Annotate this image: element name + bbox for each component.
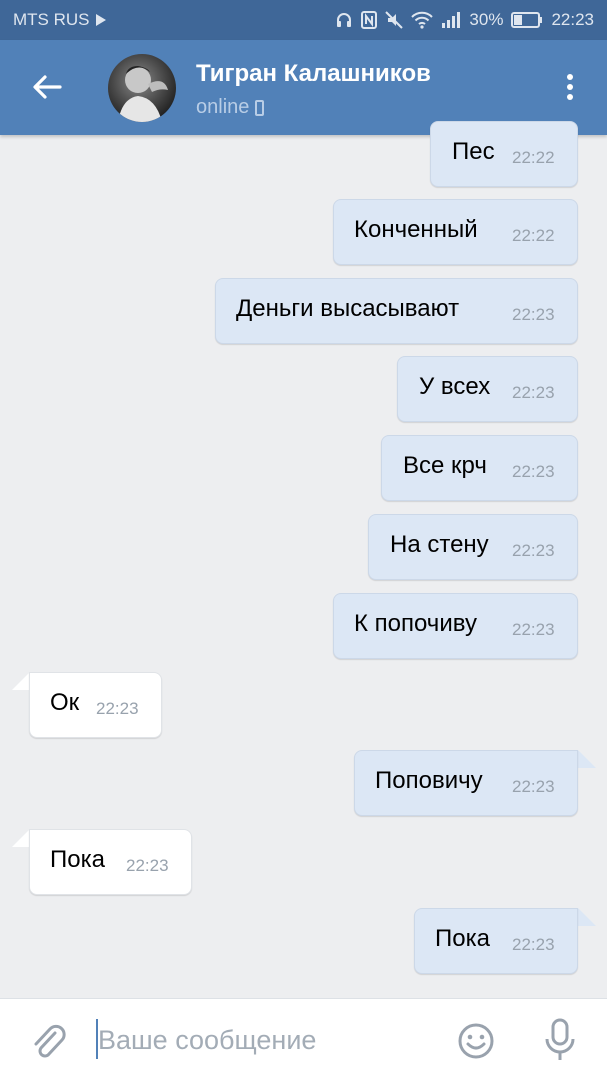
message-text: У всех [419,373,491,400]
message-text: К попочиву [354,610,477,637]
message-time: 22:23 [512,305,555,324]
message-text: Пока [50,846,105,873]
status-bar-right: 30% 22:23 [335,10,594,30]
mobile-icon [255,99,265,116]
avatar[interactable] [108,54,176,122]
back-arrow-icon[interactable] [30,70,64,104]
nfc-icon [361,11,378,29]
bubble-tail [12,672,30,690]
signal-icon [442,12,461,28]
status-bar-left: MTS RUS [13,10,108,30]
wifi-icon [411,11,434,29]
more-vert-icon[interactable] [560,72,580,106]
message-out[interactable]: К попочиву 22:23 [333,593,578,659]
message-time: 22:23 [512,383,555,402]
status-bar: MTS RUS 30% 22:23 [0,0,607,40]
message-out[interactable]: У всех 22:23 [397,356,578,422]
battery-icon [511,12,543,28]
message-text: На стену [390,531,489,558]
carrier-label: MTS RUS [13,10,90,29]
message-out[interactable]: Деньги высасывают 22:23 [215,278,578,344]
status-text: online [196,96,250,118]
message-time: 22:23 [512,777,555,796]
message-time: 22:23 [512,541,555,560]
headphones-icon [337,13,352,27]
contact-name[interactable]: Тигран Калашников [196,60,431,88]
mute-icon [385,11,404,29]
message-text: Пока [435,925,490,952]
clock: 22:23 [551,10,594,29]
message-text: Все крч [403,452,487,479]
message-time: 22:22 [512,148,555,167]
play-icon [95,14,106,26]
message-text: Конченный [354,216,478,243]
message-time: 22:23 [126,856,169,875]
message-composer: Ваше сообщение [0,998,607,1081]
paperclip-icon[interactable] [28,1021,68,1061]
message-time: 22:23 [96,699,139,718]
battery-percent: 30% [469,10,504,29]
message-text: Поповичу [375,767,483,794]
message-time: 22:22 [512,226,555,245]
message-time: 22:23 [512,462,555,481]
message-in[interactable]: Пока 22:23 [29,829,192,895]
message-in[interactable]: Ок 22:23 [29,672,162,738]
message-time: 22:23 [512,935,555,954]
contact-status: online [196,96,265,119]
microphone-icon[interactable] [540,1017,580,1063]
message-time: 22:23 [512,620,555,639]
message-out[interactable]: Пока 22:23 [414,908,578,974]
bubble-tail [578,750,596,768]
message-text: Деньги высасывают [236,295,460,322]
emoji-icon[interactable] [456,1021,496,1061]
message-out[interactable]: Поповичу 22:23 [354,750,578,816]
bubble-tail [578,908,596,926]
message-out[interactable]: Конченный 22:22 [333,199,578,265]
message-out[interactable]: Пес 22:22 [430,121,578,187]
message-out[interactable]: Все крч 22:23 [381,435,578,501]
message-input[interactable]: Ваше сообщение [98,1025,316,1056]
avatar-photo [118,66,168,122]
message-text: Пес [452,138,495,165]
message-out[interactable]: На стену 22:23 [368,514,578,580]
bubble-tail [12,829,30,847]
message-text: Ок [50,689,80,716]
